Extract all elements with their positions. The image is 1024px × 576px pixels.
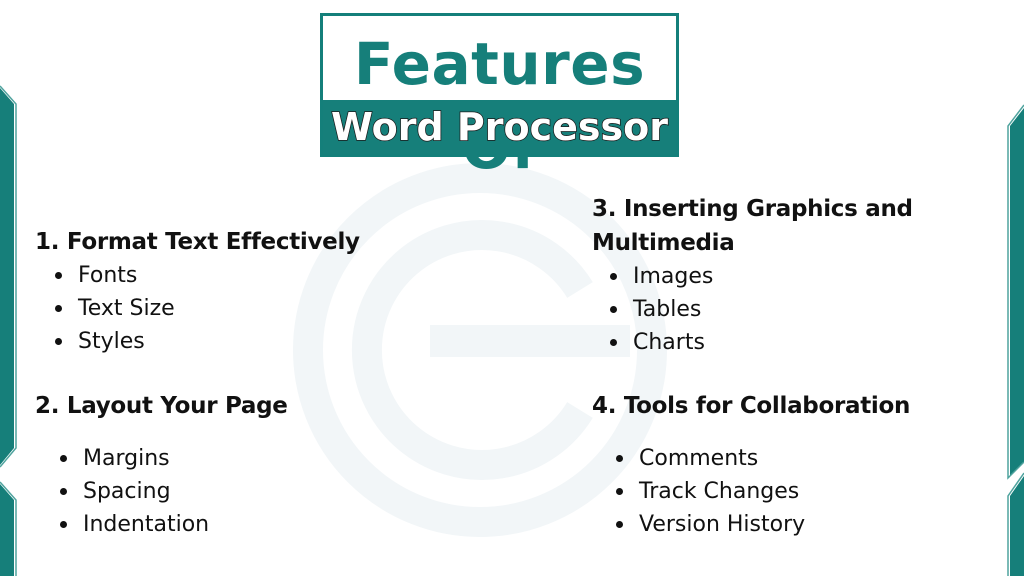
bullet-icon	[610, 273, 617, 280]
bullet-icon	[60, 488, 67, 495]
bullet-icon	[610, 306, 617, 313]
section-heading: 3. Inserting Graphics and Multimedia	[592, 196, 913, 256]
section-heading: 1. Format Text Effectively	[35, 229, 360, 255]
feature-list: Margins Spacing Indentation	[60, 442, 288, 541]
list-item-label: Charts	[633, 330, 705, 355]
list-item: Track Changes	[616, 475, 910, 508]
bullet-icon	[616, 521, 623, 528]
section-heading: 4. Tools for Collaboration	[592, 393, 911, 419]
feature-list: Fonts Text Size Styles	[55, 259, 360, 358]
list-item-label: Spacing	[83, 479, 171, 504]
list-item: Margins	[60, 442, 288, 475]
feature-list: Comments Track Changes Version History	[616, 442, 910, 541]
list-item-label: Tables	[633, 297, 702, 322]
list-item-label: Styles	[78, 329, 145, 354]
feature-list: Images Tables Charts	[610, 260, 952, 359]
list-item: Images	[610, 260, 952, 293]
section-format-text: 1. Format Text Effectively Fonts Text Si…	[35, 225, 360, 358]
bullet-icon	[610, 339, 617, 346]
title-banner: Features Of Word Processor	[320, 13, 679, 182]
list-item-label: Images	[633, 264, 714, 289]
list-item: Indentation	[60, 508, 288, 541]
bullet-icon	[55, 272, 62, 279]
list-item-label: Track Changes	[639, 479, 800, 504]
bullet-icon	[55, 338, 62, 345]
list-item-label: Fonts	[78, 263, 138, 288]
section-collaboration-tools: 4. Tools for Collaboration Comments Trac…	[592, 389, 910, 541]
list-item-label: Text Size	[78, 296, 175, 321]
bullet-icon	[60, 521, 67, 528]
section-graphics-multimedia: 3. Inserting Graphics and Multimedia Ima…	[592, 192, 952, 359]
list-item: Tables	[610, 293, 952, 326]
bullet-icon	[616, 455, 623, 462]
list-item-label: Indentation	[83, 512, 210, 537]
list-item: Styles	[55, 325, 360, 358]
right-side-decoration-icon	[1007, 104, 1024, 576]
section-layout-page: 2. Layout Your Page Margins Spacing Inde…	[35, 389, 288, 541]
bullet-icon	[55, 305, 62, 312]
title-line-1: Features Of	[353, 30, 646, 182]
bullet-icon	[60, 455, 67, 462]
list-item-label: Version History	[639, 512, 806, 537]
list-item: Text Size	[55, 292, 360, 325]
section-heading: 2. Layout Your Page	[35, 393, 288, 419]
list-item: Spacing	[60, 475, 288, 508]
list-item-label: Comments	[639, 446, 759, 471]
list-item: Fonts	[55, 259, 360, 292]
list-item: Comments	[616, 442, 910, 475]
title-line-2: Word Processor	[323, 100, 676, 154]
list-item-label: Margins	[83, 446, 170, 471]
left-side-decoration-icon	[0, 85, 17, 576]
list-item: Charts	[610, 326, 952, 359]
list-item: Version History	[616, 508, 910, 541]
bullet-icon	[616, 488, 623, 495]
